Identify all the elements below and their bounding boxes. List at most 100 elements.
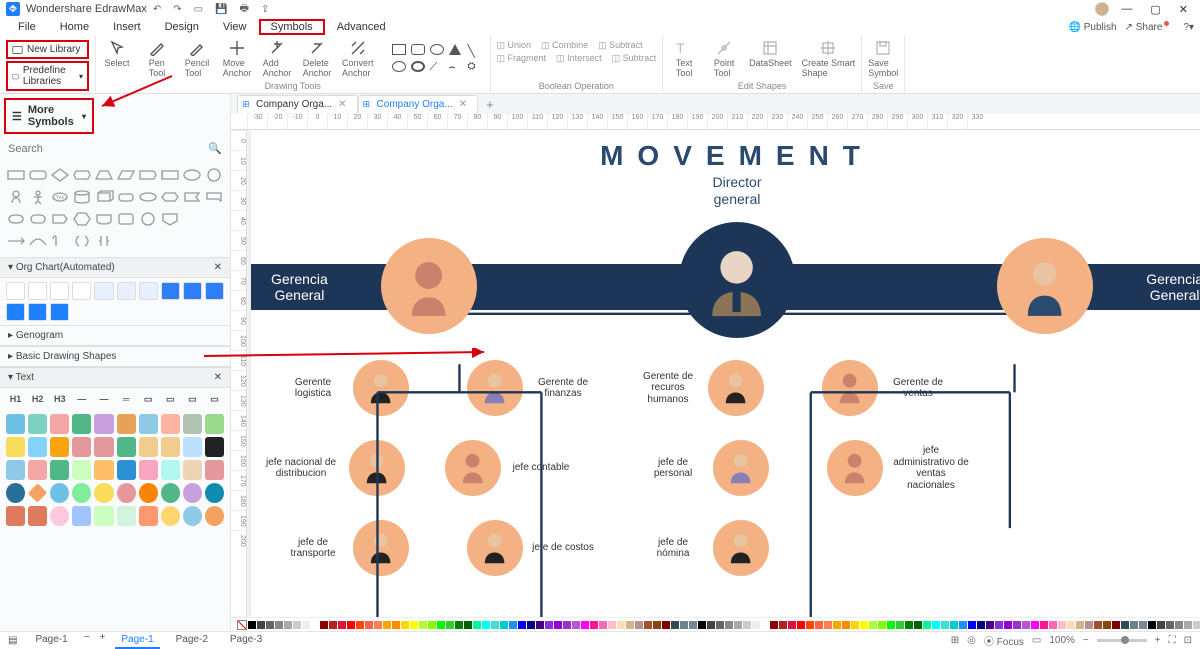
user-avatar[interactable] bbox=[1095, 2, 1109, 16]
select-tool[interactable]: Select bbox=[102, 40, 132, 78]
ruler-vertical: 0102030405060708090100110120130140150160… bbox=[231, 130, 247, 617]
add-anchor-tool[interactable]: Add Anchor bbox=[262, 40, 292, 78]
fit-page-icon[interactable]: ⛶ bbox=[1169, 635, 1176, 646]
pages-icon[interactable]: ▤ bbox=[8, 635, 17, 646]
menu-insert[interactable]: Insert bbox=[101, 19, 153, 35]
org-chart-section[interactable]: ▾ Org Chart(Automated)✕ bbox=[0, 257, 230, 278]
quick-shapes[interactable]: ╲ ⟋⌢⛭ bbox=[392, 44, 484, 74]
focus-button[interactable]: ⦿ Focus bbox=[984, 633, 1024, 648]
drawing-tools-label: Drawing Tools bbox=[102, 81, 484, 93]
document-tabs: Company Orga...✕ Company Orga...✕ + bbox=[231, 94, 1200, 114]
predefine-libraries-button[interactable]: Predefine Libraries▾ bbox=[6, 61, 89, 91]
doc-tab-2[interactable]: Company Orga...✕ bbox=[358, 95, 479, 113]
minimize-icon[interactable]: — bbox=[1115, 3, 1138, 15]
menu-design[interactable]: Design bbox=[153, 19, 211, 35]
page-tab[interactable]: Page-2 bbox=[170, 632, 214, 649]
genogram-section[interactable]: ▸ Genogram bbox=[0, 325, 230, 346]
save-icon[interactable]: 💾 bbox=[215, 4, 227, 15]
svg-text:Yes: Yes bbox=[56, 195, 65, 201]
add-page-icon[interactable]: + bbox=[100, 632, 106, 649]
canvas-area: Company Orga...✕ Company Orga...✕ + -30-… bbox=[231, 94, 1200, 631]
predefine-libraries-label: Predefine Libraries bbox=[23, 65, 75, 87]
close-text-section-icon[interactable]: ✕ bbox=[214, 372, 222, 383]
zoom-slider[interactable] bbox=[1097, 639, 1147, 642]
menu-home[interactable]: Home bbox=[48, 19, 101, 35]
org-chart-thumbs[interactable] bbox=[0, 278, 230, 325]
print-icon[interactable]: 🖶 bbox=[240, 1, 249, 18]
close-icon[interactable]: ✕ bbox=[1173, 3, 1194, 16]
fragment-button[interactable]: ◫ Fragment bbox=[497, 53, 547, 64]
general-shapes-grid[interactable]: Yes bbox=[0, 159, 230, 257]
zoom-out-icon[interactable]: − bbox=[1083, 635, 1089, 646]
boolean-label: Boolean Operation bbox=[497, 81, 657, 93]
more-symbols-button[interactable]: ☰ More Symbols ▾ bbox=[4, 98, 94, 134]
grid-icon[interactable]: ⊞ bbox=[951, 635, 959, 646]
convert-anchor-tool[interactable]: Convert Anchor bbox=[342, 40, 374, 78]
notification-badge bbox=[1164, 21, 1169, 26]
status-bar: ▤ Page-1 − + Page-1 Page-2 Page-3 ⊞ ◎ ⦿ … bbox=[0, 631, 1200, 649]
redo-icon[interactable]: ↷ bbox=[173, 4, 181, 15]
director-node[interactable] bbox=[679, 222, 795, 338]
share-button[interactable]: ↗ Share bbox=[1125, 22, 1163, 33]
remove-page-icon[interactable]: − bbox=[84, 632, 90, 649]
menu-file[interactable]: File bbox=[6, 19, 48, 35]
new-icon[interactable]: ▭ bbox=[194, 4, 203, 15]
create-smart-shape-button[interactable]: Create Smart Shape bbox=[802, 40, 856, 78]
maximize-icon[interactable]: ▢ bbox=[1144, 3, 1166, 16]
color-palette[interactable] bbox=[231, 617, 1200, 631]
new-library-label: New Library bbox=[27, 44, 80, 55]
view-mode-icon[interactable]: ▭ bbox=[1032, 635, 1041, 646]
subtract-button[interactable]: ◫ Subtract bbox=[598, 40, 643, 51]
app-title: Wondershare EdrawMax bbox=[26, 3, 147, 15]
app-logo-icon: ⯑ bbox=[6, 2, 20, 16]
subtract2-button[interactable]: ◫ Subtract bbox=[612, 53, 657, 64]
ruler-horizontal: -30-20-100102030405060708090100110120130… bbox=[231, 114, 1200, 130]
sticker-grid[interactable] bbox=[0, 410, 230, 530]
menu-symbols[interactable]: Symbols bbox=[259, 19, 325, 35]
page-tab[interactable]: Page-1 bbox=[29, 632, 73, 649]
datasheet-button[interactable]: DataSheet bbox=[749, 40, 792, 78]
move-anchor-tool[interactable]: Move Anchor bbox=[222, 40, 252, 78]
gerencia-left-node[interactable] bbox=[381, 238, 477, 334]
union-button[interactable]: ◫ Union bbox=[497, 40, 532, 51]
text-thumbs[interactable]: H1H2H3 ——═▭▭▭▭ bbox=[0, 388, 230, 410]
help-icon[interactable]: ?▾ bbox=[1183, 22, 1194, 33]
close-tab-icon[interactable]: ✕ bbox=[338, 99, 346, 110]
basic-shapes-section[interactable]: ▸ Basic Drawing Shapes bbox=[0, 346, 230, 367]
target-icon[interactable]: ◎ bbox=[967, 635, 976, 646]
point-tool[interactable]: Point Tool bbox=[709, 40, 739, 78]
page-tab[interactable]: Page-1 bbox=[115, 632, 159, 649]
save-group-label: Save bbox=[868, 81, 898, 93]
close-tab-icon[interactable]: ✕ bbox=[459, 99, 467, 110]
fullscreen-icon[interactable]: ⊡ bbox=[1184, 635, 1192, 646]
menu-advanced[interactable]: Advanced bbox=[325, 19, 398, 35]
close-section-icon[interactable]: ✕ bbox=[214, 262, 222, 273]
publish-button[interactable]: 🌐 Publish bbox=[1069, 22, 1117, 33]
edit-shapes-label: Edit Shapes bbox=[669, 81, 855, 93]
text-section[interactable]: ▾ Text✕ bbox=[0, 367, 230, 388]
export-icon[interactable]: ⇪ bbox=[261, 4, 269, 15]
search-icon[interactable]: 🔍 bbox=[208, 142, 222, 155]
gerencia-right-node[interactable] bbox=[997, 238, 1093, 334]
pencil-tool[interactable]: Pencil Tool bbox=[182, 40, 212, 78]
text-tool[interactable]: TText Tool bbox=[669, 40, 699, 78]
symbol-panel: ☰ More Symbols ▾ 🔍 Yes bbox=[0, 94, 231, 631]
intersect-button[interactable]: ◫ Intersect bbox=[556, 53, 602, 64]
pen-tool[interactable]: Pen Tool bbox=[142, 40, 172, 78]
menu-bar: File Home Insert Design View Symbols Adv… bbox=[0, 18, 1200, 36]
canvas-page[interactable]: MOVEMENT Directorgeneral Gerencia Genera… bbox=[251, 130, 1200, 617]
search-input[interactable] bbox=[8, 143, 202, 155]
ribbon: New Library Predefine Libraries▾ Librari… bbox=[0, 36, 1200, 94]
undo-icon[interactable]: ↶ bbox=[153, 4, 161, 15]
new-library-button[interactable]: New Library bbox=[6, 40, 89, 59]
no-fill-icon[interactable] bbox=[237, 620, 247, 630]
page-tab[interactable]: Page-3 bbox=[224, 632, 268, 649]
add-tab-button[interactable]: + bbox=[478, 97, 502, 112]
save-symbol-button[interactable]: Save Symbol bbox=[868, 40, 898, 78]
menu-view[interactable]: View bbox=[211, 19, 259, 35]
doc-tab-1[interactable]: Company Orga...✕ bbox=[237, 95, 358, 113]
zoom-in-icon[interactable]: + bbox=[1155, 635, 1161, 646]
zoom-label: 100% bbox=[1049, 635, 1075, 646]
delete-anchor-tool[interactable]: Delete Anchor bbox=[302, 40, 332, 78]
combine-button[interactable]: ◫ Combine bbox=[541, 40, 588, 51]
